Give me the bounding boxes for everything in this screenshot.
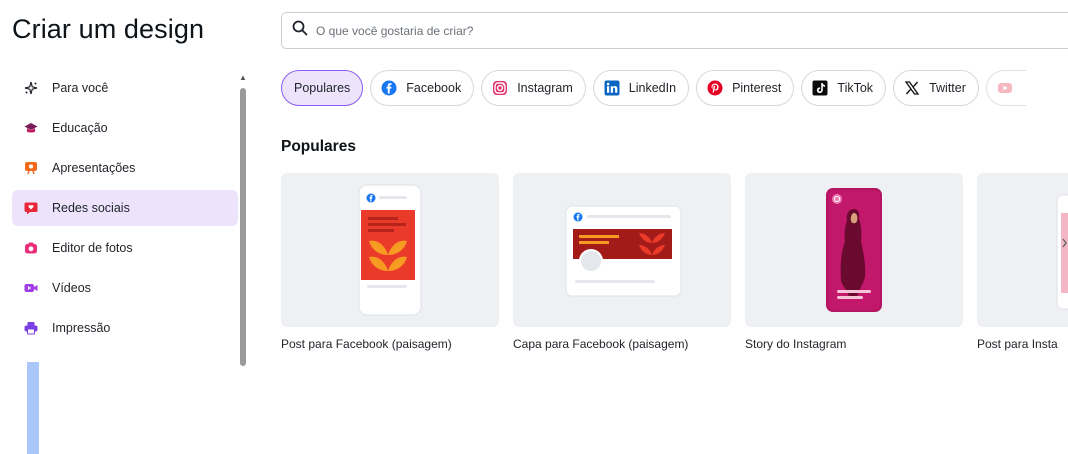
template-card-facebook-cover[interactable]: Capa para Facebook (paisagem) [513, 173, 731, 351]
linkedin-icon [604, 80, 620, 96]
scrollbar-thumb[interactable] [240, 88, 246, 366]
sidebar-item-label: Impressão [52, 321, 111, 335]
template-card-label: Post para Facebook (paisagem) [281, 337, 452, 351]
create-design-page: Criar um design Para você Educação Apres… [0, 0, 1068, 454]
template-thumbnail [977, 173, 1068, 327]
search-input[interactable] [316, 23, 816, 38]
chip-label: Populares [294, 81, 351, 95]
template-thumbnail [745, 173, 963, 327]
sidebar-item-editor-de-fotos[interactable]: Editor de fotos [12, 230, 238, 266]
blue-strip-decoration [27, 362, 39, 454]
graduation-cap-icon [24, 121, 38, 135]
scroll-up-arrow-icon[interactable]: ▲ [239, 74, 247, 82]
sidebar-item-para-voce[interactable]: Para você [12, 70, 238, 106]
video-icon [24, 281, 38, 295]
search-icon [292, 20, 308, 41]
instagram-icon [492, 80, 508, 96]
pinterest-icon [707, 80, 723, 96]
heart-chat-icon [24, 201, 38, 215]
facebook-icon [381, 80, 397, 96]
chip-label: Instagram [517, 81, 573, 95]
page-title: Criar um design [12, 14, 205, 44]
chip-twitter[interactable]: Twitter [893, 70, 979, 106]
chip-linkedin[interactable]: LinkedIn [592, 70, 690, 106]
template-card-label: Capa para Facebook (paisagem) [513, 337, 689, 351]
youtube-icon [997, 80, 1013, 96]
template-card-facebook-post[interactable]: Post para Facebook (paisagem) [281, 173, 499, 351]
chip-tiktok[interactable]: TikTok [801, 70, 887, 106]
template-thumbnail [513, 173, 731, 327]
chip-label: LinkedIn [628, 81, 677, 95]
template-card-label: Post para Insta [977, 337, 1058, 351]
sidebar-item-redes-sociais[interactable]: Redes sociais [12, 190, 238, 226]
chip-facebook[interactable]: Facebook [370, 70, 475, 106]
chip-label: Twitter [929, 81, 966, 95]
chip-label: Pinterest [732, 81, 782, 95]
category-chips: Populares Facebook Instagram LinkedIn Pi… [281, 70, 1026, 106]
search-box[interactable] [281, 12, 1068, 49]
printer-icon [24, 321, 38, 335]
chip-more-partial[interactable] [985, 70, 1026, 106]
tiktok-icon [812, 80, 828, 96]
template-card-instagram-story[interactable]: Story do Instagram [745, 173, 963, 351]
sidebar-item-label: Editor de fotos [52, 241, 133, 255]
template-card-label: Story do Instagram [745, 337, 847, 351]
sidebar-item-impressao[interactable]: Impressão [12, 310, 238, 346]
sidebar-item-label: Para você [52, 81, 109, 95]
chip-label: TikTok [837, 81, 874, 95]
chip-populares[interactable]: Populares [281, 70, 364, 106]
template-thumbnail [281, 173, 499, 327]
chip-label: Facebook [406, 81, 462, 95]
sidebar-item-label: Apresentações [52, 161, 136, 175]
sidebar-scrollbar[interactable]: ▲ [239, 74, 247, 366]
section-title: Populares [281, 138, 356, 155]
sparkle-icon [24, 81, 38, 95]
template-card-instagram-post[interactable]: Post para Insta [977, 173, 1068, 351]
chip-pinterest[interactable]: Pinterest [696, 70, 795, 106]
sidebar-item-label: Redes sociais [52, 201, 130, 215]
sidebar-item-label: Educação [52, 121, 108, 135]
x-twitter-icon [904, 80, 920, 96]
sidebar-item-apresentacoes[interactable]: Apresentações [12, 150, 238, 186]
chip-instagram[interactable]: Instagram [481, 70, 586, 106]
camera-icon [24, 241, 38, 255]
category-sidebar: Para você Educação Apresentações Redes s… [12, 70, 238, 350]
sidebar-item-label: Vídeos [52, 281, 91, 295]
sidebar-item-videos[interactable]: Vídeos [12, 270, 238, 306]
sidebar-item-educacao[interactable]: Educação [12, 110, 238, 146]
presentation-icon [24, 161, 38, 175]
